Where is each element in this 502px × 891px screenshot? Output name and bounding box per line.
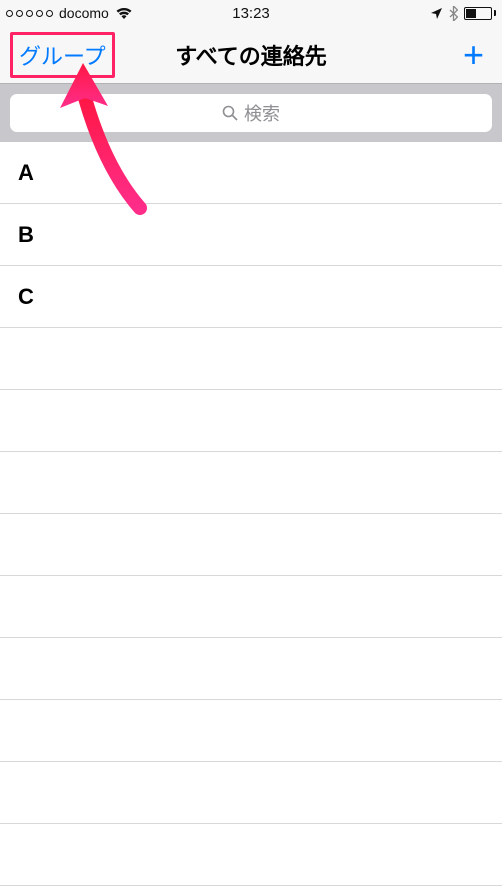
wifi-icon [115,7,133,20]
contact-name: C [18,284,34,310]
clock: 13:23 [232,5,270,22]
list-item [0,452,502,514]
list-item [0,638,502,700]
signal-strength-icon [6,10,53,17]
status-right [430,6,496,21]
contacts-list[interactable]: A B C [0,142,502,886]
list-item [0,576,502,638]
search-placeholder: 検索 [244,100,280,126]
list-item [0,700,502,762]
page-title: すべての連絡先 [175,39,327,71]
groups-button[interactable]: グループ [10,32,115,78]
carrier-label: docomo [59,5,109,21]
search-icon [222,105,238,121]
list-item[interactable]: C [0,266,502,328]
list-item [0,514,502,576]
list-item [0,824,502,886]
list-item[interactable]: A [0,142,502,204]
status-bar: docomo 13:23 [0,0,502,26]
bluetooth-icon [449,6,458,21]
location-icon [430,7,443,20]
search-input[interactable]: 検索 [10,94,492,132]
status-left: docomo [6,5,133,21]
list-item [0,762,502,824]
search-bar-container: 検索 [0,84,502,142]
contact-name: B [18,222,34,248]
list-item [0,328,502,390]
list-item [0,390,502,452]
add-contact-button[interactable]: + [455,37,492,73]
battery-icon [464,7,496,20]
list-item[interactable]: B [0,204,502,266]
nav-bar: グループ すべての連絡先 + [0,26,502,84]
contact-name: A [18,160,34,186]
